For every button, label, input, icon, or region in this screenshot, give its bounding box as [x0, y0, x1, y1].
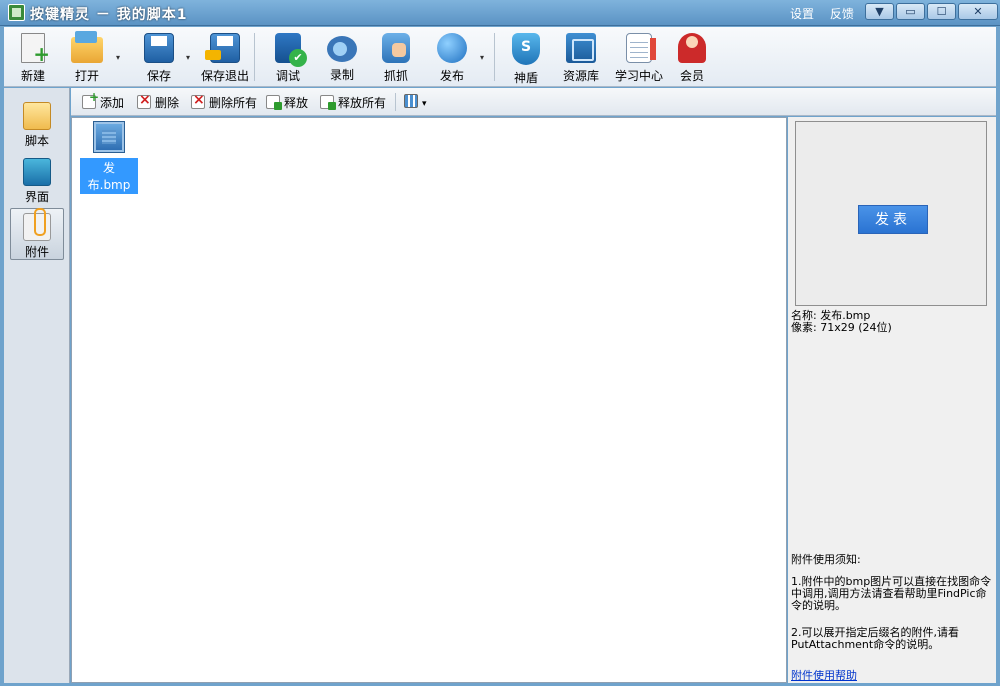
- delete-all-button[interactable]: 删除所有: [191, 92, 258, 110]
- script-icon: [23, 102, 51, 130]
- delete-label: 删除: [155, 96, 180, 110]
- member-button[interactable]: 会员: [670, 33, 714, 85]
- nav-item-script[interactable]: 脚本: [10, 98, 64, 150]
- nav-item-ui[interactable]: 界面: [10, 154, 64, 206]
- resource-library-label: 资源库: [562, 69, 599, 83]
- file-name: 发布.bmp: [80, 158, 138, 194]
- record-button[interactable]: 录制: [320, 33, 364, 85]
- image-preview: 发表: [795, 121, 987, 306]
- shield-icon: [512, 33, 540, 65]
- file-item[interactable]: 发布.bmp: [80, 121, 138, 194]
- open-label: 打开: [74, 69, 99, 83]
- new-button[interactable]: 新建: [10, 33, 56, 85]
- settings-link[interactable]: 设置: [790, 7, 814, 21]
- open-button[interactable]: 打开: [64, 31, 110, 85]
- debug-icon: [275, 33, 307, 67]
- note-item-2: 2.可以展开指定后缀名的附件,请看PutAttachment命令的说明。: [791, 626, 959, 651]
- view-dropdown-arrow: ▾: [422, 99, 427, 109]
- add-attachment-button[interactable]: 添加: [82, 90, 125, 110]
- notes-title: 附件使用须知:: [791, 553, 861, 566]
- minimize-button[interactable]: ▭: [896, 3, 925, 20]
- capture-label: 抓抓: [383, 69, 408, 83]
- release-all-icon: [320, 95, 336, 110]
- record-label: 录制: [329, 68, 354, 82]
- nav-item-attachment[interactable]: 附件: [10, 208, 64, 260]
- release-file-icon: [266, 95, 282, 110]
- nav-label-script: 脚本: [24, 134, 49, 148]
- learning-center-button[interactable]: 学习中心: [612, 33, 666, 85]
- title-bar: 按键精灵 － 我的脚本1 设置 反馈 ▼ ▭ ☐ ✕: [0, 0, 1000, 26]
- maximize-button[interactable]: ☐: [927, 3, 956, 20]
- left-nav: 脚本 界面 附件: [4, 88, 70, 683]
- close-button[interactable]: ✕: [958, 3, 998, 20]
- interface-icon: [23, 158, 51, 186]
- save-exit-button[interactable]: 保存退出: [198, 33, 252, 85]
- release-all-label: 释放所有: [338, 96, 387, 110]
- feedback-link[interactable]: 反馈: [830, 7, 854, 21]
- member-avatar-icon: [678, 33, 706, 63]
- new-document-icon: [21, 33, 50, 66]
- save-label: 保存: [146, 69, 171, 83]
- main-toolbar: 新建 打开 ▾ 保存 ▾ 保存退出 调试 录制 抓抓 发布 ▾ 神盾 资源库: [4, 27, 996, 87]
- shield-button[interactable]: 神盾: [504, 33, 548, 85]
- nav-label-attachment: 附件: [24, 245, 49, 259]
- window-menu-button[interactable]: ▼: [865, 3, 894, 20]
- preview-publish-button: 发表: [858, 205, 928, 234]
- grab-hand-icon: [382, 33, 410, 63]
- notebook-icon: [626, 33, 656, 63]
- toolbar-separator: [494, 33, 495, 81]
- camera-icon: [327, 36, 357, 62]
- floppy-disk-icon: [144, 33, 174, 63]
- capture-button[interactable]: 抓抓: [374, 33, 418, 85]
- toolbar-separator: [254, 33, 255, 81]
- publish-dropdown-arrow[interactable]: ▾: [480, 53, 484, 62]
- view-mode-button[interactable]: ▾: [404, 94, 427, 110]
- open-dropdown-arrow[interactable]: ▾: [116, 53, 120, 62]
- learning-center-label: 学习中心: [614, 69, 663, 83]
- save-button[interactable]: 保存: [136, 33, 182, 85]
- resource-library-icon: [566, 33, 596, 63]
- file-pixel-info: 像素: 71x29 (24位): [791, 321, 892, 334]
- release-all-button[interactable]: 释放所有: [320, 94, 386, 110]
- add-label: 添加: [100, 96, 125, 110]
- delete-attachment-button[interactable]: 删除: [137, 92, 180, 110]
- publish-button[interactable]: 发布: [430, 33, 474, 85]
- resource-library-button[interactable]: 资源库: [556, 33, 606, 85]
- delete-all-label: 删除所有: [209, 96, 258, 110]
- shield-label: 神盾: [513, 71, 538, 85]
- release-label: 释放: [284, 96, 309, 110]
- save-dropdown-arrow[interactable]: ▾: [186, 53, 190, 62]
- new-label: 新建: [20, 69, 45, 83]
- publish-label: 发布: [439, 69, 464, 83]
- bmp-file-icon: [93, 121, 125, 153]
- attachment-help-link[interactable]: 附件使用帮助: [791, 667, 857, 683]
- add-file-icon: [82, 90, 99, 109]
- save-exit-icon: [205, 33, 240, 63]
- debug-button[interactable]: 调试: [266, 33, 310, 85]
- attachment-toolbar: 添加 删除 删除所有 释放 释放所有 ▾: [71, 88, 996, 116]
- nav-label-ui: 界面: [24, 190, 49, 204]
- save-exit-label: 保存退出: [200, 69, 249, 83]
- globe-icon: [437, 33, 467, 63]
- preview-panel: 发表 名称: 发布.bmp 像素: 71x29 (24位) 附件使用须知: 1.…: [788, 117, 996, 683]
- attachment-file-area[interactable]: 发布.bmp: [71, 117, 787, 683]
- delete-all-icon: [191, 92, 205, 109]
- release-button[interactable]: 释放: [266, 94, 308, 110]
- title-links: 设置 反馈: [790, 5, 866, 22]
- debug-label: 调试: [275, 69, 300, 83]
- window-title: 按键精灵 － 我的脚本1: [30, 7, 188, 23]
- member-label: 会员: [679, 69, 704, 83]
- app-icon: [8, 4, 25, 21]
- view-grid-icon: [404, 94, 418, 108]
- delete-file-icon: [137, 92, 151, 109]
- subbar-separator: [395, 93, 396, 111]
- folder-open-icon: [71, 31, 103, 63]
- paperclip-icon: [23, 208, 51, 241]
- note-item-1: 1.附件中的bmp图片可以直接在找图命令中调用,调用方法请查看帮助里FindPi…: [791, 575, 992, 612]
